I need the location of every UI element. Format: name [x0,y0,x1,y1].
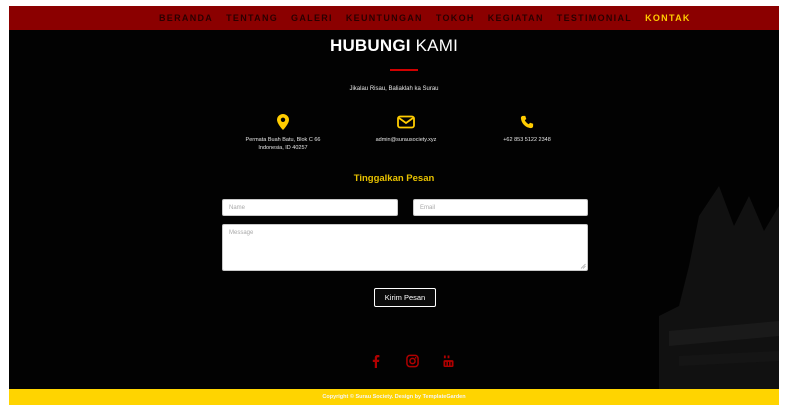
contact-page: BERANDA TENTANG GALERI KEUNTUNGAN TOKOH … [9,6,779,405]
nav-item-tokoh[interactable]: TOKOH [436,13,475,23]
address-line-2: Indonesia, ID 40257 [258,145,308,151]
nav-item-testimonial[interactable]: TESTIMONIAL [557,13,632,23]
phone-icon [520,115,534,129]
footer: Copyright © Surau Society. Design by Tem… [9,389,779,405]
footer-copyright: Copyright © Surau Society. Design by Tem… [322,394,466,400]
instagram-icon[interactable] [406,354,419,368]
navbar: BERANDA TENTANG GALERI KEUNTUNGAN TOKOH … [9,6,779,30]
email-placeholder: Email [420,204,436,211]
message-placeholder: Message [229,230,254,236]
submit-button[interactable]: Kirim Pesan [374,288,436,307]
address-line-1: Permata Buah Batu, Blok C 66 [245,137,321,143]
nav-item-kegiatan[interactable]: KEGIATAN [488,13,544,23]
facebook-icon[interactable] [372,354,380,368]
nav-item-keuntungan[interactable]: KEUNTUNGAN [346,13,423,23]
nav-item-tentang[interactable]: TENTANG [226,13,278,23]
name-input[interactable]: Name [222,199,398,216]
envelope-icon [397,115,415,129]
nav-item-galeri[interactable]: GALERI [291,13,333,23]
section-title-light: KAMI [415,36,459,55]
section-subtitle: Jikalau Risau, Baliaklah ka Surau [349,86,439,92]
contact-phone: +62 853 5122 2348 [457,114,597,144]
youtube-icon[interactable] [443,354,454,368]
contact-address: Permata Buah Batu, Blok C 66 Indonesia, … [213,114,353,152]
message-textarea[interactable]: Message [222,224,588,271]
form-title: Tinggalkan Pesan [353,173,435,184]
email-input[interactable]: Email [413,199,588,216]
nav-menu: BERANDA TENTANG GALERI KEUNTUNGAN TOKOH … [159,6,704,30]
rumah-gadang-silhouette [659,186,779,396]
contact-email: admin@surausociety.xyz [336,114,476,144]
section-title: HUBUNGI KAMI [9,36,779,56]
name-placeholder: Name [229,204,246,211]
nav-item-beranda[interactable]: BERANDA [159,13,213,23]
map-pin-icon [277,114,289,130]
email-text[interactable]: admin@surausociety.xyz [336,136,476,144]
section-title-bold: HUBUNGI [329,36,411,55]
phone-text[interactable]: +62 853 5122 2348 [457,136,597,144]
nav-item-kontak[interactable]: KONTAK [645,13,691,23]
title-divider [390,69,418,71]
resize-handle-icon[interactable] [580,263,586,269]
